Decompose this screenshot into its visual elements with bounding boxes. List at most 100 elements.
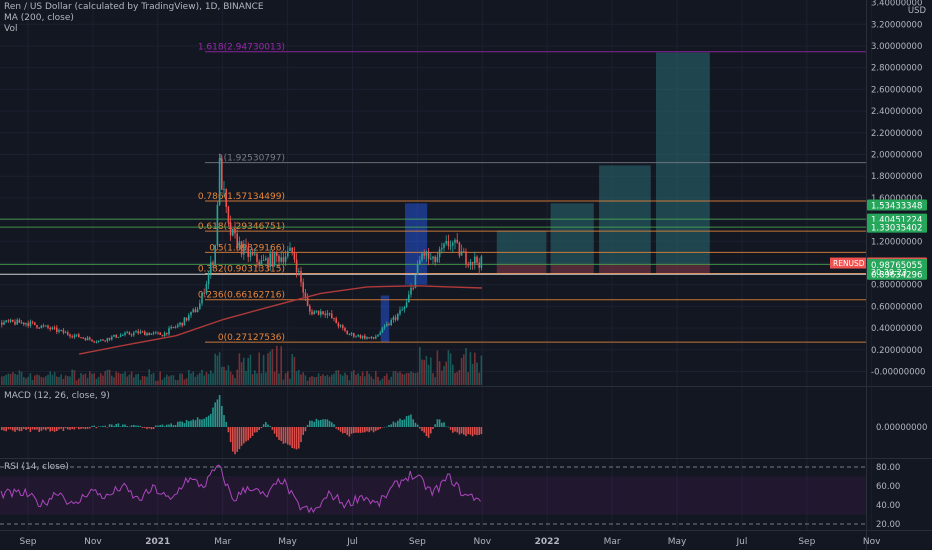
volume-bar bbox=[7, 373, 10, 385]
candle-body bbox=[258, 261, 260, 266]
x-tick-label: May bbox=[278, 537, 297, 547]
volume-bar bbox=[364, 376, 366, 385]
macd-bar bbox=[471, 427, 474, 437]
macd-bar bbox=[168, 424, 170, 427]
macd-bar bbox=[42, 427, 45, 430]
candle-body bbox=[102, 339, 104, 341]
volume-indicator-label: Vol bbox=[4, 24, 18, 34]
macd-bar bbox=[465, 427, 467, 437]
volume-bar bbox=[84, 373, 87, 385]
volume-bar bbox=[390, 376, 392, 385]
candle-body bbox=[1, 322, 3, 325]
candle-body bbox=[443, 243, 445, 248]
candle-body bbox=[194, 309, 197, 313]
macd-bar bbox=[438, 419, 441, 427]
macd-bar bbox=[441, 422, 443, 427]
macd-pane-title: MACD (12, 26, close, 9) bbox=[4, 391, 110, 401]
macd-bar bbox=[113, 425, 115, 427]
volume-bar bbox=[9, 374, 12, 385]
volume-bar bbox=[302, 372, 304, 385]
x-tick-label: Sep bbox=[798, 537, 815, 547]
macd-bar bbox=[97, 426, 100, 427]
volume-bar bbox=[115, 371, 117, 385]
candle-body bbox=[452, 242, 454, 246]
candle-body bbox=[210, 262, 212, 274]
candle-body bbox=[34, 322, 36, 325]
volume-bar bbox=[355, 374, 357, 385]
candle-body bbox=[254, 253, 256, 255]
candle-body bbox=[67, 332, 69, 335]
volume-bar bbox=[69, 376, 71, 385]
volume-bar bbox=[456, 371, 458, 385]
volume-bar bbox=[172, 375, 175, 385]
volume-bar bbox=[414, 373, 417, 385]
candle-body bbox=[438, 249, 441, 258]
volume-bar bbox=[399, 371, 401, 385]
candle-body bbox=[328, 313, 331, 315]
candle-body bbox=[69, 334, 71, 337]
volume-bar bbox=[471, 364, 474, 385]
candle-body bbox=[223, 189, 225, 191]
volume-bar bbox=[381, 378, 384, 385]
macd-bar bbox=[130, 425, 133, 427]
macd-bar bbox=[284, 427, 287, 444]
candle-body bbox=[62, 329, 65, 333]
y-tick-label: 0.20000000 bbox=[871, 346, 922, 356]
x-tick-label: Nov bbox=[84, 537, 102, 547]
volume-bar bbox=[258, 352, 260, 385]
macd-bar bbox=[5, 427, 7, 432]
candle-body bbox=[416, 263, 419, 275]
y-tick-label: 2.80000000 bbox=[871, 64, 922, 74]
chart-canvas[interactable]: 0(0.27127536)0.236(0.66162716)0.382(0.90… bbox=[0, 0, 932, 550]
macd-bar bbox=[27, 427, 29, 430]
macd-bar bbox=[346, 427, 348, 435]
macd-bar bbox=[229, 427, 232, 443]
candle-body bbox=[436, 257, 439, 262]
volume-bar bbox=[342, 375, 344, 385]
candle-body bbox=[84, 338, 87, 341]
volume-bar bbox=[320, 375, 322, 385]
volume-bar bbox=[293, 356, 296, 385]
macd-bar bbox=[309, 420, 311, 427]
macd-bar bbox=[289, 427, 291, 446]
candle-body bbox=[29, 321, 32, 326]
macd-bar bbox=[177, 421, 179, 427]
volume-bar bbox=[419, 346, 421, 385]
candle-body bbox=[150, 333, 153, 335]
macd-bar bbox=[157, 425, 159, 427]
volume-bar bbox=[449, 353, 452, 385]
candle-body bbox=[221, 158, 223, 190]
candle-body bbox=[5, 320, 7, 322]
candle-body bbox=[71, 336, 73, 338]
volume-bar bbox=[298, 370, 300, 385]
volume-bar bbox=[377, 376, 379, 385]
macd-bar bbox=[49, 427, 51, 432]
candle-body bbox=[284, 256, 287, 262]
candle-body bbox=[236, 233, 238, 249]
candle-body bbox=[300, 271, 302, 283]
candle-body bbox=[203, 292, 205, 294]
volume-bar bbox=[130, 371, 133, 385]
y-tick-label: 0.80000000 bbox=[871, 281, 922, 291]
macd-bar bbox=[95, 427, 98, 429]
volume-bar bbox=[333, 373, 335, 385]
candle-body bbox=[441, 247, 443, 250]
volume-bar bbox=[111, 375, 113, 385]
volume-bar bbox=[324, 376, 326, 385]
volume-bar bbox=[20, 371, 23, 385]
macd-bar bbox=[196, 417, 199, 427]
candle-body bbox=[410, 287, 412, 295]
macd-bar bbox=[161, 424, 164, 427]
volume-bar bbox=[361, 371, 364, 385]
volume-bar bbox=[339, 374, 342, 385]
candle-body bbox=[174, 326, 177, 328]
macd-bar bbox=[93, 425, 95, 427]
volume-bar bbox=[232, 374, 234, 385]
volume-bar bbox=[53, 372, 56, 385]
candle-body bbox=[159, 332, 161, 335]
macd-bar bbox=[416, 424, 419, 427]
macd-bar bbox=[287, 427, 289, 445]
volume-bar bbox=[291, 354, 293, 385]
macd-bar bbox=[278, 427, 280, 440]
volume-bar bbox=[480, 355, 483, 385]
